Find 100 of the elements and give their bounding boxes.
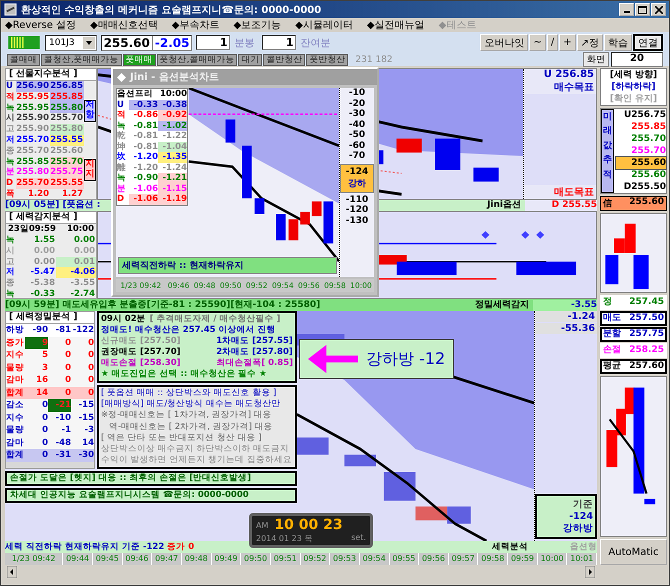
table-cell-text: -1.06 [132, 184, 158, 194]
table-cell: 255.90 [16, 124, 50, 135]
row-label: 坤 [117, 142, 127, 152]
toolbar-button[interactable]: ~ [529, 34, 546, 51]
toolbar-button[interactable]: 연결 [633, 34, 663, 51]
code-dropdown[interactable]: 101J3 [45, 34, 97, 50]
chart-name: 세력분석 [492, 542, 529, 552]
table-cell-text: 0 [41, 412, 48, 424]
price-value: 255.60 [102, 36, 151, 50]
row-label: 적 [6, 92, 16, 103]
axis-label: -10 [348, 88, 366, 98]
table-cell-text: -5.38 [30, 278, 56, 289]
status-message: [09시 05분] [풋옵션 : [5, 200, 100, 211]
column-header: 10:00 [66, 224, 94, 235]
menu-item[interactable]: ◆시뮬레이터 [295, 18, 353, 32]
menu-item[interactable]: ◆매매신호선택 [90, 18, 158, 32]
row-label: 증가 [6, 336, 25, 349]
table-cell-text: -1.20 [132, 162, 158, 173]
signal-tab[interactable]: 풋반청산 [306, 54, 348, 66]
table-cell-text: -0.86 [132, 110, 158, 120]
row-label: 녹 [6, 288, 16, 298]
scroll-left-icon[interactable] [7, 566, 17, 578]
table-cell: 255.60 [50, 146, 84, 157]
signal-value: 255.60 [629, 197, 664, 209]
table-cell-text: -1 [60, 424, 71, 436]
forecast-value: 255.60 [616, 157, 666, 169]
signal-bars-icon [7, 36, 41, 49]
table-cell-text: 0 [64, 349, 71, 362]
row-label: 乾 [117, 131, 127, 142]
status-message: [09시 59분] 매도세유입후 분출중[기준-81 : 25590][현재-104 : 25580] [5, 300, 320, 310]
toolbar-button[interactable]: 오버나잇 [480, 34, 528, 51]
column-header: -81 [54, 324, 71, 336]
callout-text: 강하방 -12 [366, 348, 446, 370]
table-cell-text: -0.81 [132, 120, 158, 131]
row-label: D [6, 178, 14, 189]
column-header: -122 [72, 324, 94, 336]
automatic-button[interactable]: AutoMatic [600, 539, 667, 565]
tracker-label: 미래값추적 [601, 109, 614, 193]
axis-label: -120 [344, 205, 370, 216]
popup-status: 세력직전하락 :: 현재하락유지 [118, 257, 337, 274]
side-label: 저항 [84, 100, 96, 122]
table-cell-text: 1.27 [61, 188, 84, 199]
row-label: 폭 [6, 188, 16, 199]
signal-tab[interactable]: 콜청산,풋매매가능 [41, 54, 122, 66]
row-label: 시 [6, 246, 16, 257]
toolbar-button[interactable]: + [559, 34, 576, 51]
guide-line: [ 역은 단타 또는 반대포지션 청산 대응 ] [101, 432, 263, 444]
menu-item[interactable]: ◆부속차트 [172, 18, 220, 32]
table-cell: 255.95 [16, 92, 50, 103]
table-cell-text: 3 [41, 362, 48, 374]
signal-tab[interactable]: 콜매매 [7, 54, 40, 66]
scroll-right-icon[interactable] [585, 566, 595, 578]
stoploss-note: 손절가 도달은 [헷지] 대응 :: 최후의 손절은 [반대신호발생] [5, 471, 297, 486]
table-cell: 255.75 [50, 167, 84, 178]
minimize-button[interactable] [619, 3, 634, 16]
table-cell: 255.80 [16, 167, 50, 178]
table-cell-text: 0 [87, 386, 94, 399]
maximize-button[interactable] [635, 3, 650, 16]
menu-item[interactable]: ◆보조기능 [233, 18, 282, 32]
lamp-icon [4, 3, 17, 16]
signal-tab[interactable]: 풋청산,콜매매가능 [156, 54, 238, 66]
clock-date: 2014 01 23 목 [256, 533, 312, 544]
table-cell-text: -31 [54, 449, 71, 462]
signal-tab[interactable]: 콜반청산 [263, 54, 306, 66]
row-label: 녹 [6, 156, 16, 168]
toolbar-button[interactable]: / [546, 34, 558, 51]
advice-time: 09시 02분 [101, 314, 146, 325]
buy-target-label: 매수목표 [524, 80, 596, 94]
column-header: 옵션프리 [117, 89, 154, 100]
row-label: 지수 [6, 412, 25, 424]
signal-tab[interactable]: 대기 [238, 54, 262, 66]
table-cell: 256.85 [50, 81, 84, 92]
precision-detect-label: 정밀세력감지 [475, 300, 530, 310]
clock-set: set. [351, 533, 366, 544]
toolbar-button[interactable]: 학습 [604, 34, 632, 51]
menu-item[interactable]: ◆실전매뉴얼 [366, 18, 425, 32]
sell-target-label: 매도목표 [524, 185, 596, 199]
table-cell: 255.70 [50, 156, 84, 168]
table-cell-text: -30 [78, 449, 94, 462]
table-cell: -1.15 [158, 184, 187, 194]
indicator-value: -1.24 [535, 311, 597, 322]
forecast-value: 255.70 [630, 133, 666, 145]
panel-title: [ 세력감지분석 ] [6, 212, 96, 224]
row-label: 고 [6, 124, 16, 135]
close-button[interactable] [651, 3, 666, 16]
row-label: 종 [6, 278, 16, 289]
time-label: 09:47 [152, 553, 182, 565]
maximize-icon [638, 6, 647, 14]
change-value: -2.05 [152, 36, 192, 50]
table-cell-text: -5.47 [30, 267, 56, 278]
row-label: D [117, 194, 126, 204]
table-cell-text: -2.74 [70, 288, 96, 298]
remaining-field[interactable]: 1 [262, 35, 296, 50]
toolbar-button[interactable]: ↗정 [576, 34, 603, 51]
table-cell: 255.70 [16, 178, 50, 189]
diamond-icon [117, 72, 126, 82]
interval-field[interactable]: 1 [196, 35, 230, 50]
status-text: 세력 [5, 542, 23, 552]
forecast-value: U256.75 [622, 109, 666, 121]
menu-item[interactable]: ◆Reverse 설정 [5, 18, 76, 32]
